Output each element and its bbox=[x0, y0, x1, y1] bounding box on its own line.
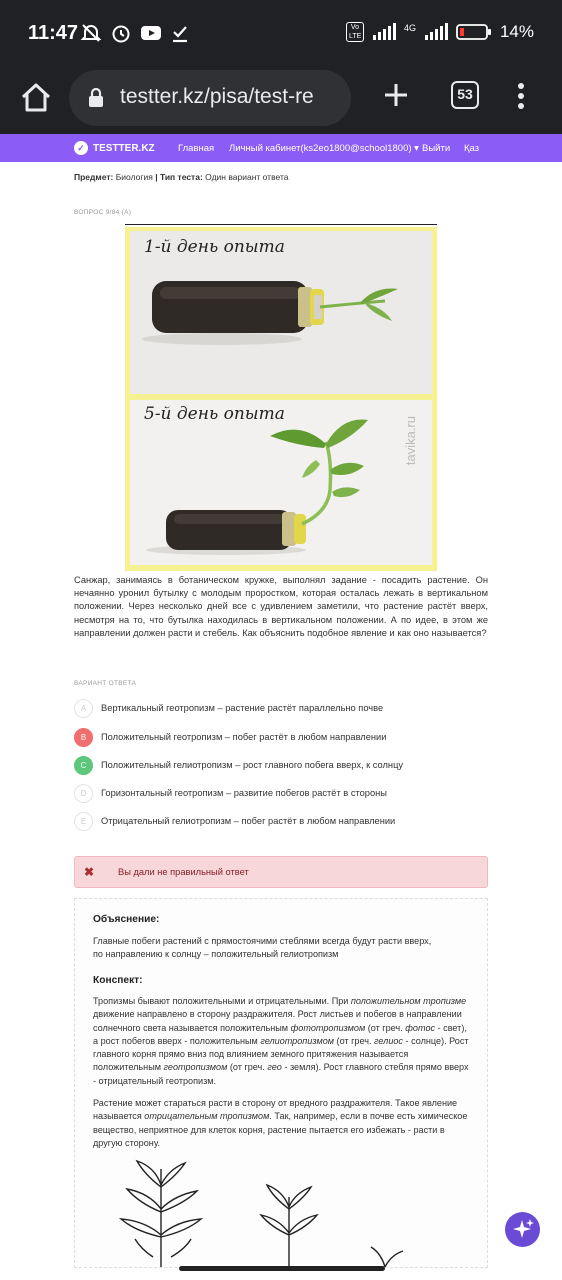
status-bar: 11:47 Vo LTE 4G 14% bbox=[0, 0, 562, 66]
status-right: Vo LTE 4G 14% bbox=[345, 22, 534, 42]
nav-item-home[interactable]: Главная bbox=[178, 143, 214, 154]
summary-title: Конспект: bbox=[93, 975, 143, 986]
answer-option-e[interactable]: E Отрицательный гелиотропизм – побег рас… bbox=[74, 811, 395, 831]
answer-option-c[interactable]: C Положительный гелиотропизм – рост глав… bbox=[74, 755, 403, 775]
network-type: 4G bbox=[403, 23, 416, 33]
explanation-title: Объяснение: bbox=[93, 914, 160, 925]
sparkle-icon bbox=[513, 1219, 534, 1238]
home-indicator[interactable] bbox=[179, 1266, 385, 1271]
option-text: Горизонтальный геотропизм – развитие поб… bbox=[101, 788, 387, 798]
address-bar[interactable]: testter.kz/pisa/test-re bbox=[69, 70, 351, 126]
signal-icon-2 bbox=[424, 23, 448, 40]
option-text: Вертикальный геотропизм – растение растё… bbox=[101, 703, 384, 713]
option-letter-badge: C bbox=[74, 755, 93, 775]
mute-icon bbox=[80, 24, 102, 42]
bottle-sprout-day1 bbox=[142, 281, 398, 345]
brand-name: TESTTER.KZ bbox=[93, 142, 155, 154]
battery-icon bbox=[456, 24, 491, 40]
notification-icons bbox=[80, 22, 190, 44]
more-vert-icon[interactable] bbox=[511, 81, 531, 111]
nav-item-logout[interactable]: Выйти bbox=[422, 143, 450, 154]
option-text: Положительный геотропизм – побег растёт … bbox=[101, 732, 387, 742]
meta-separator: | bbox=[155, 172, 158, 182]
alert-text: Вы дали не правильный ответ bbox=[118, 867, 249, 877]
option-text: Отрицательный гелиотропизм – побег растё… bbox=[101, 816, 396, 826]
question-number: ВОПРОС 9/84 (А) bbox=[74, 209, 132, 216]
battery-percent: 14% bbox=[499, 22, 534, 41]
subject-label: Предмет: bbox=[74, 172, 114, 182]
divider bbox=[125, 224, 437, 225]
type-value: Один вариант ответа bbox=[205, 172, 289, 182]
download-done-icon bbox=[173, 26, 187, 43]
alarm-icon bbox=[112, 25, 130, 43]
bottle-sprout-day5 bbox=[146, 419, 368, 555]
home-icon[interactable] bbox=[16, 78, 56, 118]
option-text: Положительный гелиотропизм – рост главно… bbox=[101, 760, 404, 770]
close-icon: ✖ bbox=[84, 865, 95, 879]
site-navbar: ✓ TESTTER.KZ Главная Личный кабинет(ks2e… bbox=[0, 134, 562, 162]
option-letter-badge: E bbox=[74, 811, 93, 831]
nav-item-language[interactable]: Қаз bbox=[464, 143, 479, 154]
day5-panel: 5-й день опыта tavika.ru bbox=[130, 400, 432, 565]
browser-toolbar: testter.kz/pisa/test-re 53 bbox=[0, 66, 562, 134]
explanation-box: Объяснение: Главные побеги растений с пр… bbox=[74, 898, 488, 1268]
subject-value: Биология bbox=[115, 172, 153, 182]
summary-paragraph-2: Растение может стараться расти в сторону… bbox=[93, 1098, 468, 1148]
question-flag: (А) bbox=[121, 209, 132, 216]
brand-logo-icon: ✓ bbox=[74, 141, 88, 155]
experiment-image: 1-й день опыта 5-й день опыта tavika.ru bbox=[125, 227, 437, 571]
answer-option-a[interactable]: A Вертикальный геотропизм – растение рас… bbox=[74, 698, 383, 718]
lock-icon bbox=[89, 87, 103, 107]
option-letter-badge: D bbox=[74, 783, 93, 803]
ai-assist-button[interactable] bbox=[505, 1212, 540, 1247]
wrong-answer-alert: ✖ Вы дали не правильный ответ bbox=[74, 856, 488, 888]
volte-icon: Vo LTE bbox=[345, 22, 364, 42]
summary-paragraph-1: Тропизмы бывают положительными и отрицат… bbox=[93, 996, 469, 1086]
explanation-text: Главные побеги растений с прямостоячими … bbox=[93, 936, 432, 960]
answer-option-d[interactable]: D Горизонтальный геотропизм – развитие п… bbox=[74, 783, 387, 803]
new-tab-icon[interactable] bbox=[381, 80, 411, 110]
type-label: Тип теста: bbox=[159, 172, 203, 182]
question-text: Санжар, занимаясь в ботаническом кружке,… bbox=[74, 575, 488, 638]
nav-item-cabinet[interactable]: Личный кабинет(ks2eo1800@school1800) ▾ bbox=[229, 143, 419, 154]
answer-option-b[interactable]: B Положительный геотропизм – побег растё… bbox=[74, 727, 386, 747]
brand[interactable]: ✓ TESTTER.KZ bbox=[74, 141, 155, 155]
answer-heading: ВАРИАНТ ОТВЕТА bbox=[74, 680, 137, 687]
day1-panel: 1-й день опыта bbox=[130, 231, 432, 394]
tab-switcher-button[interactable]: 53 bbox=[451, 81, 479, 109]
signal-icon bbox=[372, 23, 396, 40]
youtube-icon bbox=[141, 26, 161, 40]
test-meta: Предмет: Биология | Тип теста: Один вари… bbox=[74, 172, 288, 182]
status-time: 11:47 bbox=[28, 22, 79, 44]
plant-illustration bbox=[118, 1159, 404, 1267]
option-letter-badge: A bbox=[74, 698, 93, 718]
option-letter-badge: B bbox=[74, 727, 93, 747]
url-text: testter.kz/pisa/test-re bbox=[120, 85, 314, 108]
